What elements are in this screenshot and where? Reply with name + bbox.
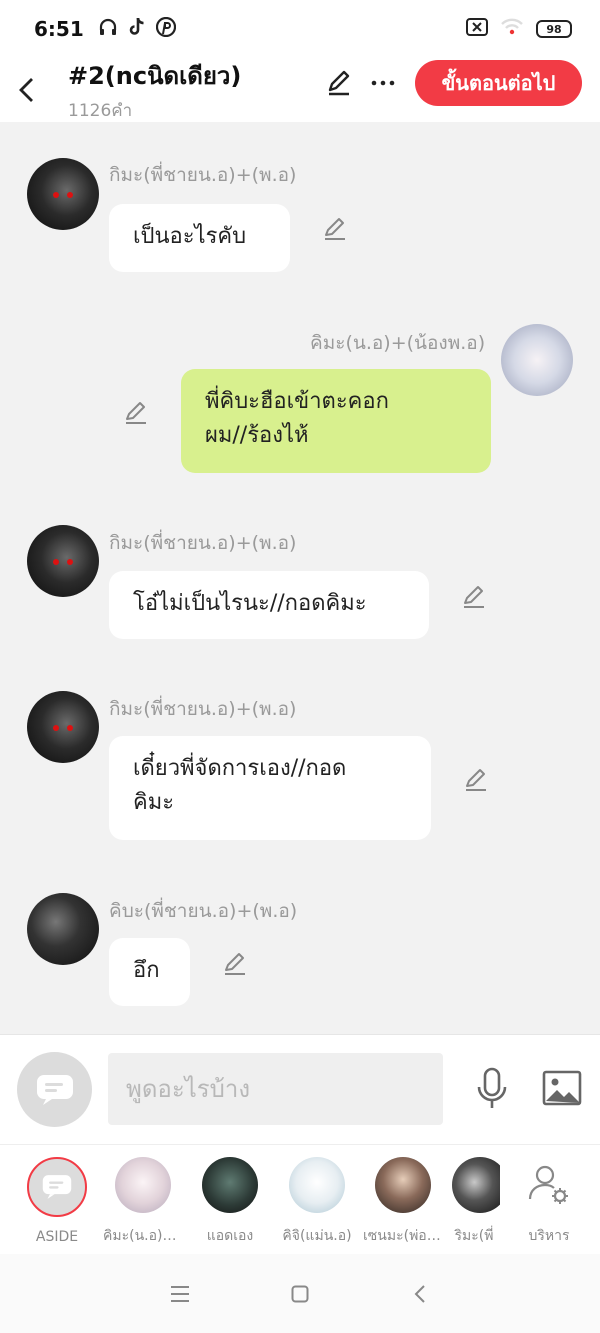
character-label: บริหาร — [528, 1228, 570, 1244]
speech-bubble-icon — [42, 1175, 72, 1199]
user-settings-icon — [521, 1157, 577, 1213]
avatar — [115, 1157, 171, 1213]
sender-name: กิมะ(พี่ชายน.อ)+(พ.อ) — [109, 532, 297, 554]
pencil-icon — [464, 586, 484, 608]
pencil-icon — [325, 218, 345, 240]
character-aside[interactable]: ASIDE — [17, 1157, 97, 1245]
avatar — [452, 1157, 500, 1213]
sender-name: กิมะ(พี่ชายน.อ)+(พ.อ) — [109, 698, 297, 720]
speech-bubble-icon — [36, 1074, 73, 1105]
word-count: 1126คำ — [68, 101, 133, 121]
pencil-icon — [328, 70, 350, 96]
sender-name: กิมะ(พี่ชายน.อ)+(พ.อ) — [109, 164, 297, 186]
input-bar — [0, 1034, 600, 1144]
avatar[interactable] — [27, 893, 99, 965]
pencil-icon — [126, 402, 146, 424]
tiktok-icon — [128, 17, 146, 41]
microphone-button[interactable] — [472, 1065, 512, 1113]
menu-nav-button[interactable] — [160, 1274, 200, 1314]
edit-message-button[interactable] — [461, 765, 491, 795]
character-label: คิมะ(น.อ)+(น้องพ.อ) — [103, 1228, 183, 1244]
edit-title-button[interactable] — [322, 66, 356, 100]
message-line: เดี๋ยวพี่จัดการเอง//กอด — [133, 756, 347, 781]
status-bar: 6:51 98 — [0, 0, 600, 58]
character-label: ริมะ(พี่ — [454, 1228, 494, 1244]
character-label: ASIDE — [35, 1229, 79, 1245]
back-nav-button[interactable] — [400, 1274, 440, 1314]
pencil-icon — [225, 953, 245, 975]
character-item[interactable]: ริมะ(พี่ — [448, 1157, 500, 1247]
message-input[interactable] — [108, 1053, 443, 1125]
page-title: #2(ncนิดเดียว) — [68, 62, 242, 90]
chat-area[interactable]: กิมะ(พี่ชายน.อ)+(พ.อ) เป็นอะไรคับ คิมะ(น… — [0, 122, 600, 1034]
sender-name: คิมะ(น.อ)+(น้องพ.อ) — [310, 332, 486, 354]
home-square-icon — [291, 1285, 309, 1302]
more-options-button[interactable] — [366, 66, 400, 100]
character-label: คิจิ(แม่น.อ) — [282, 1228, 352, 1244]
character-label: เซนมะ(พ่อน.อ) — [363, 1228, 443, 1244]
system-nav-bar — [0, 1254, 600, 1333]
edit-message-button[interactable] — [220, 949, 250, 979]
message-line: ผม//ร้องไห้ — [205, 423, 309, 448]
microphone-icon — [477, 1067, 507, 1108]
avatar — [375, 1157, 431, 1213]
back-button[interactable] — [0, 58, 54, 122]
edit-message-button[interactable] — [320, 214, 350, 244]
aside-avatar — [27, 1157, 87, 1217]
wifi-icon — [500, 18, 524, 40]
chevron-left-icon — [414, 1284, 425, 1303]
edit-message-button[interactable] — [121, 398, 151, 428]
header: #2(ncนิดเดียว) 1126คำ ขั้นตอนต่อไป — [0, 58, 600, 122]
message-bubble[interactable]: พี่คิบะฮือเข้าตะคอก ผม//ร้องไห้ — [181, 369, 491, 473]
headphones-icon — [98, 17, 118, 41]
message-line: พี่คิบะฮือเข้าตะคอก — [205, 389, 389, 414]
message-bubble[interactable]: อึก — [109, 938, 190, 1006]
sim-off-icon — [466, 18, 488, 40]
avatar — [289, 1157, 345, 1213]
pencil-icon — [466, 769, 486, 791]
more-horizontal-icon — [371, 80, 395, 86]
next-step-button[interactable]: ขั้นตอนต่อไป — [415, 60, 582, 106]
admin-button[interactable]: บริหาร — [509, 1157, 589, 1247]
status-time: 6:51 — [34, 17, 84, 41]
home-nav-button[interactable] — [280, 1274, 320, 1314]
image-button[interactable] — [541, 1069, 583, 1107]
character-item[interactable]: คิจิ(แม่น.อ) — [277, 1157, 357, 1247]
avatar[interactable] — [27, 158, 99, 230]
menu-icon — [171, 1285, 189, 1302]
avatar[interactable] — [27, 525, 99, 597]
character-label: แอดเอง — [206, 1228, 254, 1244]
message-line: คิมะ — [133, 790, 175, 815]
message-bubble[interactable]: โอ๋ไม่เป็นไรนะ//กอดคิมะ — [109, 571, 429, 639]
character-item[interactable]: เซนมะ(พ่อน.อ) — [363, 1157, 443, 1247]
chevron-left-icon — [19, 78, 33, 102]
message-bubble[interactable]: เดี๋ยวพี่จัดการเอง//กอด คิมะ — [109, 736, 431, 840]
character-selector: ASIDE คิมะ(น.อ)+(น้องพ.อ) แอดเอง คิจิ(แม… — [0, 1144, 600, 1254]
avatar — [202, 1157, 258, 1213]
aside-toggle-button[interactable] — [17, 1052, 92, 1127]
pinterest-icon — [155, 16, 176, 41]
edit-message-button[interactable] — [459, 582, 489, 612]
avatar[interactable] — [27, 691, 99, 763]
character-item[interactable]: คิมะ(น.อ)+(น้องพ.อ) — [103, 1157, 183, 1247]
avatar[interactable] — [501, 324, 573, 396]
battery-icon: 98 — [536, 20, 572, 38]
character-item[interactable]: แอดเอง — [190, 1157, 270, 1247]
sender-name: คิบะ(พี่ชายน.อ)+(พ.อ) — [109, 900, 298, 922]
image-icon — [542, 1070, 582, 1106]
message-bubble[interactable]: เป็นอะไรคับ — [109, 204, 290, 272]
